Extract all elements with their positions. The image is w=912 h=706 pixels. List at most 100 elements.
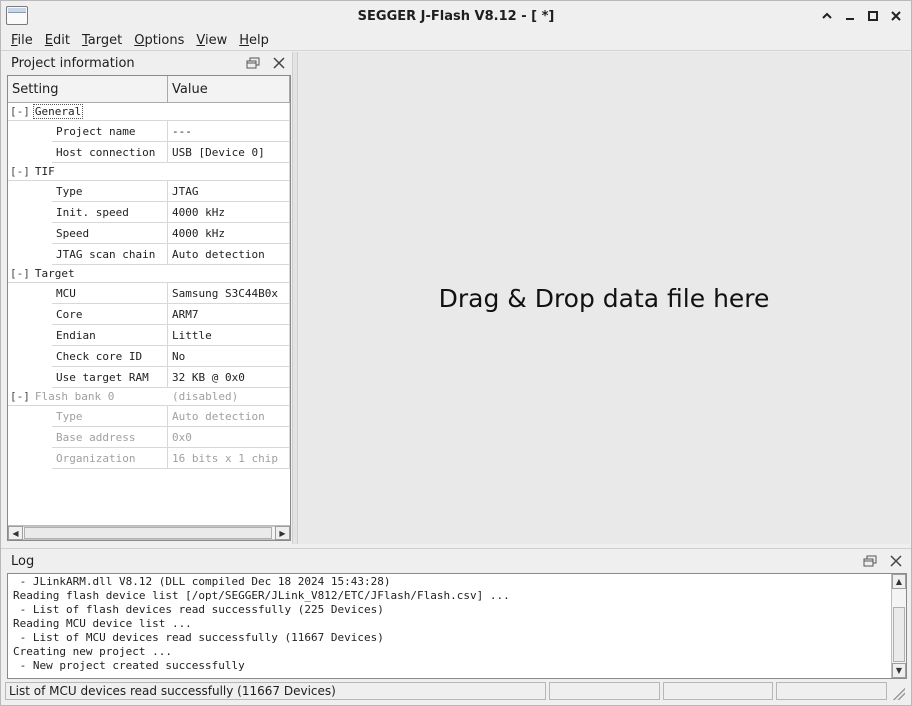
log-line: - JLinkARM.dll V8.12 (DLL compiled Dec 1… <box>13 575 391 588</box>
tree-item-setting: Type <box>52 181 168 202</box>
tree-item-value[interactable]: Auto detection <box>168 244 290 265</box>
tree-group-row[interactable]: [-] Flash bank 0 (disabled) <box>8 388 290 406</box>
title-bar[interactable]: SEGGER J-Flash V8.12 - [ *] <box>1 1 911 31</box>
tree-group-setting-cell[interactable]: [-] Target <box>8 265 168 283</box>
tree-group-label: Flash bank 0 <box>34 390 115 403</box>
tree-item-row[interactable]: Use target RAM 32 KB @ 0x0 <box>8 367 290 388</box>
log-line: - New project created successfully <box>13 659 245 672</box>
project-panel-title: Project information <box>11 55 135 71</box>
app-window-icon[interactable] <box>6 6 28 25</box>
tree-item-value[interactable]: ARM7 <box>168 304 290 325</box>
tree-item-value[interactable]: No <box>168 346 290 367</box>
log-line: Reading flash device list [/opt/SEGGER/J… <box>13 589 510 602</box>
project-panel-header: Project information <box>5 52 292 74</box>
tree-item-row[interactable]: Core ARM7 <box>8 304 290 325</box>
float-icon <box>863 555 877 567</box>
tree-item-row[interactable]: Init. speed 4000 kHz <box>8 202 290 223</box>
tree-group-setting-cell[interactable]: [-] General <box>8 103 168 121</box>
tree-group-label: Target <box>34 267 75 280</box>
tree-item-row[interactable]: Base address 0x0 <box>8 427 290 448</box>
log-panel-float-button[interactable] <box>861 552 879 570</box>
tree-item-row[interactable]: Organization 16 bits x 1 chip <box>8 448 290 469</box>
tree-item-value[interactable]: USB [Device 0] <box>168 142 290 163</box>
status-bar: List of MCU devices read successfully (1… <box>5 682 907 702</box>
menu-options[interactable]: Options <box>128 33 190 48</box>
project-panel-close-button[interactable] <box>270 54 288 72</box>
tree-item-value[interactable]: 32 KB @ 0x0 <box>168 367 290 388</box>
scroll-down-button[interactable]: ▼ <box>892 663 906 678</box>
tree-item-row[interactable]: MCU Samsung S3C44B0x <box>8 283 290 304</box>
tree-group-row[interactable]: [-] General <box>8 103 290 121</box>
chevron-up-icon <box>821 12 832 19</box>
maximize-icon <box>867 11 878 21</box>
log-scroll-thumb[interactable] <box>893 607 905 662</box>
collapse-toggle-icon[interactable]: [-] <box>10 390 30 403</box>
collapse-toggle-icon[interactable]: [-] <box>10 105 30 118</box>
tree-item-setting: Init. speed <box>52 202 168 223</box>
minimize-button[interactable] <box>840 6 859 26</box>
menu-target[interactable]: Target <box>76 33 128 48</box>
tree-item-value[interactable]: --- <box>168 121 290 142</box>
column-header-value[interactable]: Value <box>168 76 290 102</box>
tree-item-row[interactable]: Project name --- <box>8 121 290 142</box>
collapse-toggle-icon[interactable]: [-] <box>10 267 30 280</box>
tree-item-row[interactable]: Check core ID No <box>8 346 290 367</box>
menu-file-label: ile <box>17 33 33 48</box>
collapse-toggle-icon[interactable]: [-] <box>10 165 30 178</box>
menu-file[interactable]: File <box>5 33 39 48</box>
tree-group-row[interactable]: [-] Target <box>8 265 290 283</box>
scroll-thumb[interactable] <box>24 527 272 539</box>
project-settings-tree[interactable]: Setting Value [-] General Project name --- H… <box>7 75 291 541</box>
menu-edit[interactable]: Edit <box>39 33 76 48</box>
tree-group-row[interactable]: [-] TIF <box>8 163 290 181</box>
log-line: Creating new project ... <box>13 645 172 658</box>
scroll-up-button[interactable]: ▲ <box>892 574 906 589</box>
log-output[interactable]: - JLinkARM.dll V8.12 (DLL compiled Dec 1… <box>7 573 907 679</box>
menu-view[interactable]: View <box>190 33 233 48</box>
log-vertical-scrollbar[interactable]: ▲ ▼ <box>891 574 906 678</box>
horizontal-splitter[interactable] <box>1 544 911 549</box>
resize-grip-icon[interactable] <box>893 688 905 700</box>
column-header-setting[interactable]: Setting <box>8 76 168 102</box>
tree-body: [-] General Project name --- Host connection… <box>8 103 290 469</box>
log-panel-close-button[interactable] <box>887 552 905 570</box>
tree-group-setting-cell[interactable]: [-] TIF <box>8 163 168 181</box>
tree-group-setting-cell[interactable]: [-] Flash bank 0 <box>8 388 168 406</box>
tree-item-value[interactable]: 0x0 <box>168 427 290 448</box>
drop-area[interactable]: Drag & Drop data file here <box>298 52 910 544</box>
tree-item-row[interactable]: Type Auto detection <box>8 406 290 427</box>
menu-bar: File Edit Target Options View Help <box>1 31 911 51</box>
tree-item-setting: MCU <box>52 283 168 304</box>
tree-group-value-cell: (disabled) <box>168 388 290 406</box>
tree-item-value[interactable]: 4000 kHz <box>168 223 290 244</box>
maximize-button[interactable] <box>863 6 882 26</box>
horizontal-scrollbar[interactable]: ◀ ▶ <box>8 525 290 540</box>
shade-button[interactable] <box>817 6 836 26</box>
tree-item-value[interactable]: Little <box>168 325 290 346</box>
tree-item-row[interactable]: Type JTAG <box>8 181 290 202</box>
tree-item-value[interactable]: JTAG <box>168 181 290 202</box>
log-panel-title: Log <box>11 554 35 569</box>
tree-item-row[interactable]: JTAG scan chain Auto detection <box>8 244 290 265</box>
close-button[interactable] <box>886 6 905 26</box>
tree-item-row[interactable]: Endian Little <box>8 325 290 346</box>
menu-help[interactable]: Help <box>233 33 275 48</box>
project-panel-float-button[interactable] <box>244 54 262 72</box>
tree-item-value[interactable]: 16 bits x 1 chip <box>168 448 290 469</box>
tree-item-row[interactable]: Speed 4000 kHz <box>8 223 290 244</box>
log-panel: Log - JLinkARM.dll V8.12 (DLL compiled D… <box>5 550 909 680</box>
scroll-right-button[interactable]: ▶ <box>275 526 290 540</box>
tree-item-value[interactable]: Samsung S3C44B0x <box>168 283 290 304</box>
tree-item-row[interactable]: Host connection USB [Device 0] <box>8 142 290 163</box>
tree-item-value[interactable]: Auto detection <box>168 406 290 427</box>
scroll-left-button[interactable]: ◀ <box>8 526 23 540</box>
tree-item-value[interactable]: 4000 kHz <box>168 202 290 223</box>
